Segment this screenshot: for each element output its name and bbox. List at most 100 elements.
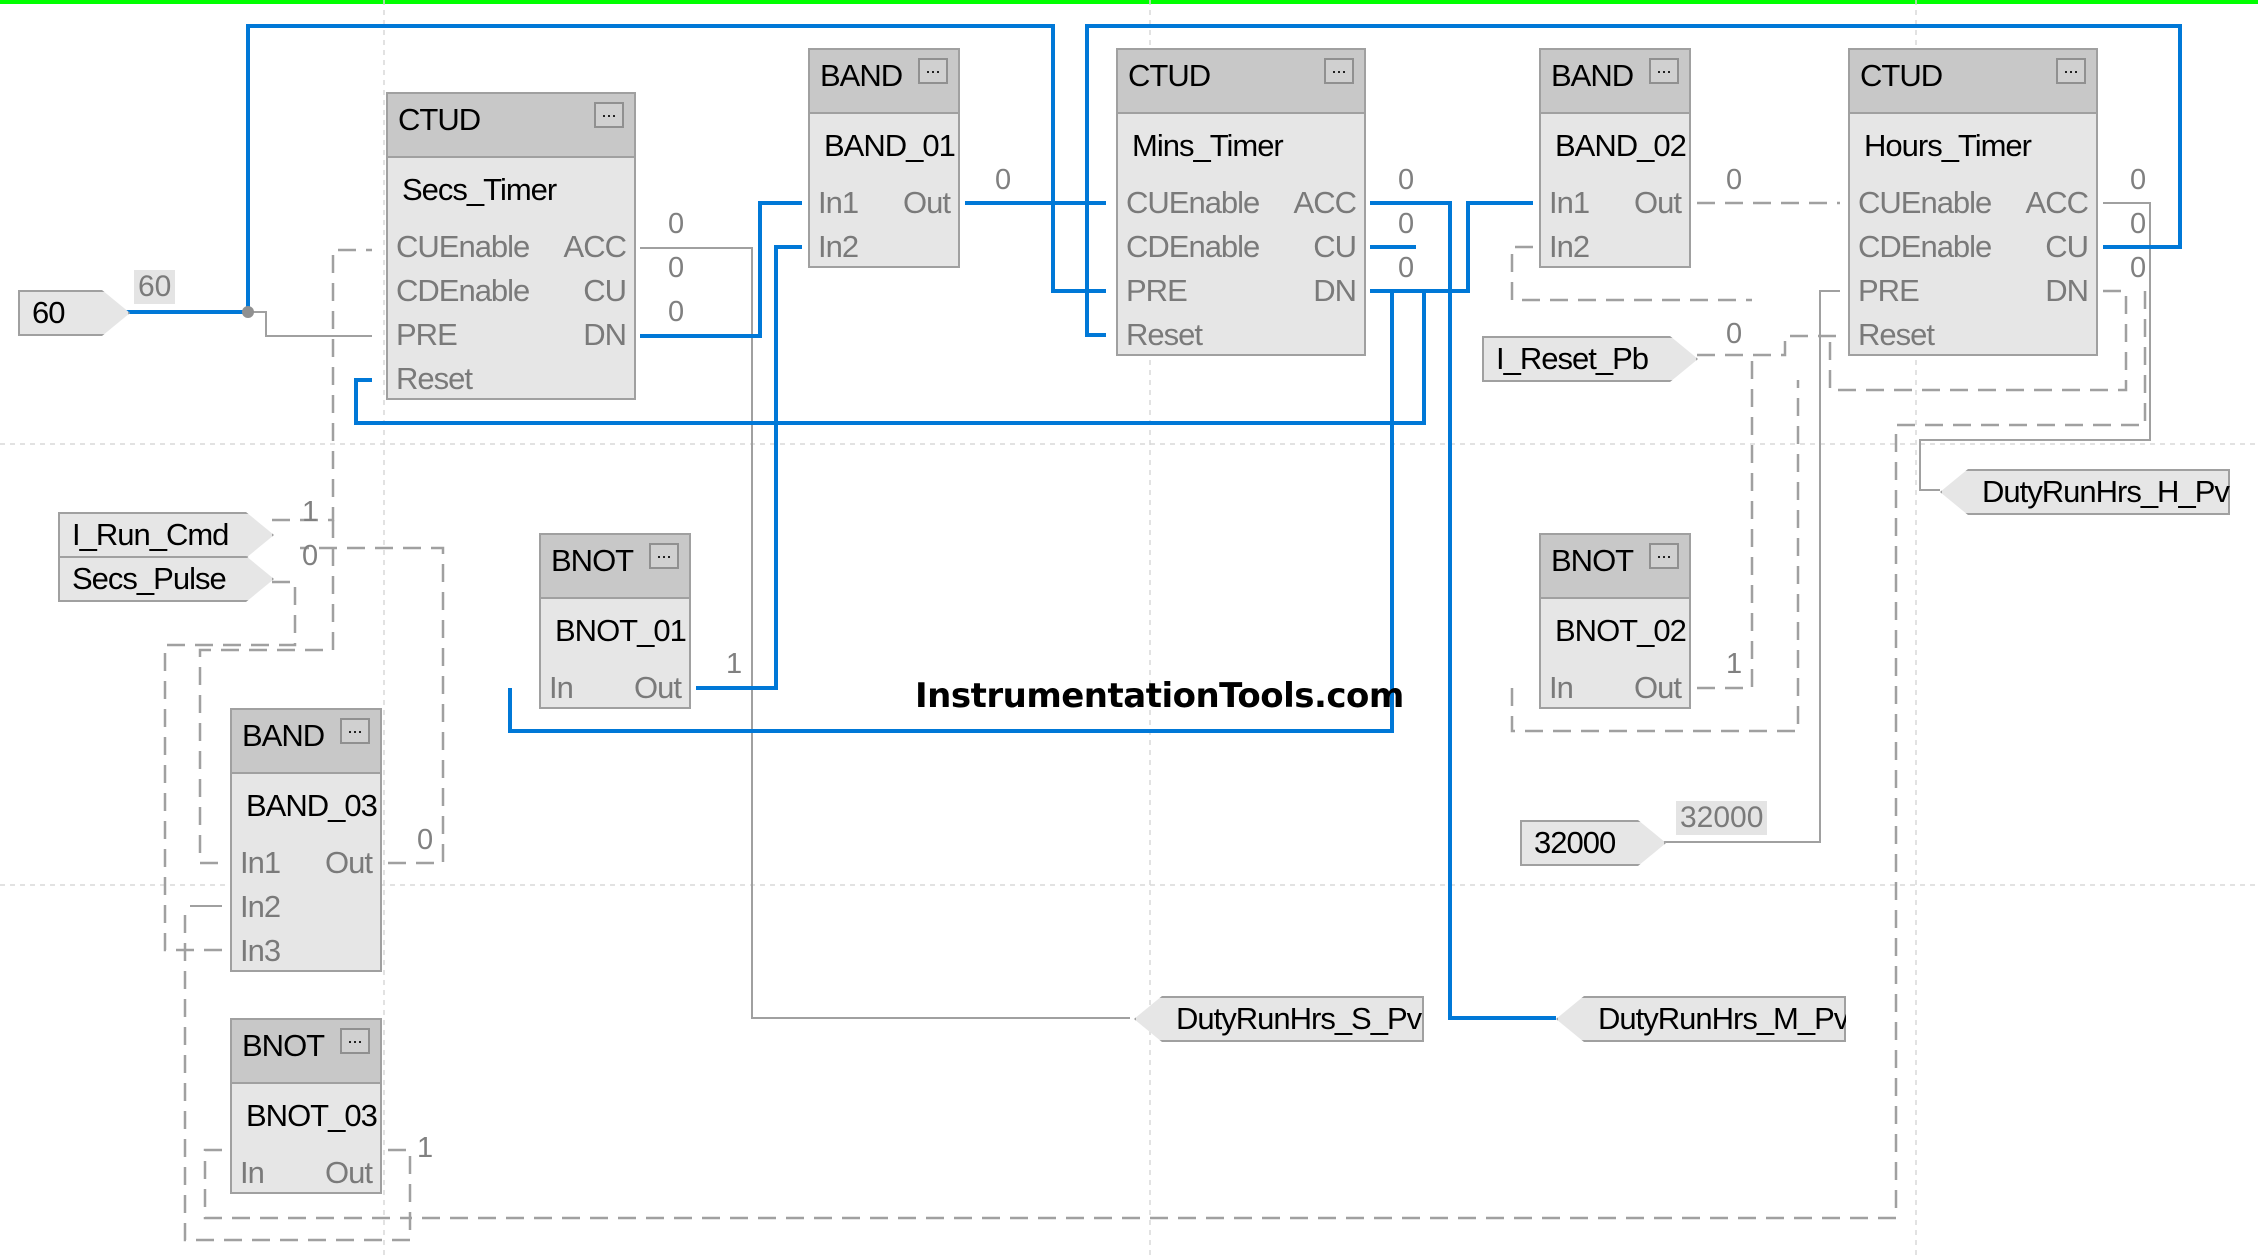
input-ref-i-reset-pb[interactable]: I_Reset_Pb xyxy=(1482,336,1698,382)
pin-reset[interactable]: Reset xyxy=(396,362,473,396)
pin-out[interactable]: Out xyxy=(903,186,951,220)
value-band01-out: 0 xyxy=(995,164,1012,196)
pin-cu[interactable]: CU xyxy=(2045,230,2089,264)
pin-in3[interactable]: In3 xyxy=(240,934,281,968)
pin-out[interactable]: Out xyxy=(325,1156,373,1190)
block-tag: BNOT_01 xyxy=(555,613,687,648)
wire-hours-dn-b xyxy=(410,291,2147,1220)
value-bnot01-out: 1 xyxy=(726,648,743,680)
block-header: CTUD ... xyxy=(388,94,634,158)
pin-in1[interactable]: In1 xyxy=(240,846,281,880)
value-secs-acc: 0 xyxy=(668,208,685,240)
pin-in[interactable]: In xyxy=(549,671,574,705)
more-button[interactable]: ... xyxy=(340,718,370,744)
pin-pre[interactable]: PRE xyxy=(1126,274,1188,308)
value-secs-pulse: 0 xyxy=(302,540,319,572)
pin-pre[interactable]: PRE xyxy=(1858,274,1920,308)
pin-reset[interactable]: Reset xyxy=(1858,318,1935,352)
wire-junction xyxy=(242,306,254,318)
pin-cuenable[interactable]: CUEnable xyxy=(396,230,530,264)
pin-out[interactable]: Out xyxy=(325,846,373,880)
pin-out[interactable]: Out xyxy=(1634,671,1682,705)
pin-in1[interactable]: In1 xyxy=(818,186,859,220)
block-bnot-02[interactable]: BNOT ... BNOT_02 In Out xyxy=(1539,533,1691,709)
pin-acc[interactable]: ACC xyxy=(564,230,627,264)
more-button[interactable]: ... xyxy=(1649,543,1679,569)
value-i-run-cmd: 1 xyxy=(302,496,319,528)
block-bnot-03[interactable]: BNOT ... BNOT_03 In Out xyxy=(230,1018,382,1194)
value-hours-dn: 0 xyxy=(2130,252,2147,284)
pin-in2[interactable]: In2 xyxy=(240,890,281,924)
more-button[interactable]: ... xyxy=(918,58,948,84)
wire-mins-reset xyxy=(1085,291,1106,337)
pin-reset[interactable]: Reset xyxy=(1126,318,1203,352)
pin-cu[interactable]: CU xyxy=(1313,230,1357,264)
input-ref-secs-pulse[interactable]: Secs_Pulse xyxy=(58,556,274,602)
pin-in2[interactable]: In2 xyxy=(818,230,859,264)
output-ref-duty-h[interactable]: DutyRunHrs_H_Pv xyxy=(1940,469,2230,515)
value-mins-acc: 0 xyxy=(1398,164,1415,196)
wire-60-to-pre xyxy=(248,311,372,337)
output-ref-duty-s[interactable]: DutyRunHrs_S_Pv xyxy=(1134,996,1424,1042)
watermark-text: InstrumentationTools.com xyxy=(915,676,1404,716)
more-button[interactable]: ... xyxy=(340,1028,370,1054)
block-header: BAND ... xyxy=(810,50,958,114)
block-type: BNOT xyxy=(1551,543,1634,578)
block-hours-timer[interactable]: CTUD ... Hours_Timer CUEnable CDEnable P… xyxy=(1848,48,2098,356)
more-button[interactable]: ... xyxy=(2056,58,2086,84)
pin-out[interactable]: Out xyxy=(634,671,682,705)
value-60: 60 xyxy=(134,270,176,304)
pin-in[interactable]: In xyxy=(240,1156,265,1190)
value-band02-out: 0 xyxy=(1726,164,1743,196)
more-button[interactable]: ... xyxy=(1324,58,1354,84)
block-tag: BNOT_03 xyxy=(246,1098,378,1133)
pin-cu[interactable]: CU xyxy=(583,274,627,308)
pin-dn[interactable]: DN xyxy=(2045,274,2089,308)
pin-pre[interactable]: PRE xyxy=(396,318,458,352)
value-hours-acc: 0 xyxy=(2130,164,2147,196)
block-type: BAND xyxy=(820,58,903,93)
wire-reset-pb xyxy=(1697,334,1840,357)
pin-in2[interactable]: In2 xyxy=(1549,230,1590,264)
block-tag: BAND_02 xyxy=(1555,128,1687,163)
pin-cdenable[interactable]: CDEnable xyxy=(1858,230,1992,264)
pin-acc[interactable]: ACC xyxy=(1294,186,1357,220)
input-ref-32000[interactable]: 32000 xyxy=(1520,820,1666,866)
pin-in[interactable]: In xyxy=(1549,671,1574,705)
block-band-02[interactable]: BAND ... BAND_02 In1 In2 Out xyxy=(1539,48,1691,268)
wire-bnot02-out xyxy=(1697,355,1754,690)
block-secs-timer[interactable]: CTUD ... Secs_Timer CUEnable CDEnable PR… xyxy=(386,92,636,400)
pin-acc[interactable]: ACC xyxy=(2026,186,2089,220)
more-button[interactable]: ... xyxy=(649,543,679,569)
block-bnot-01[interactable]: BNOT ... BNOT_01 In Out xyxy=(539,533,691,709)
block-header: BNOT ... xyxy=(541,535,689,599)
wire-bnot01-out xyxy=(696,245,802,690)
block-type: CTUD xyxy=(1128,58,1211,93)
pin-out[interactable]: Out xyxy=(1634,186,1682,220)
block-mins-timer[interactable]: CTUD ... Mins_Timer CUEnable CDEnable PR… xyxy=(1116,48,1366,356)
value-hours-cu: 0 xyxy=(2130,208,2147,240)
block-header: BNOT ... xyxy=(1541,535,1689,599)
block-tag: Hours_Timer xyxy=(1864,128,2032,163)
output-ref-duty-m[interactable]: DutyRunHrs_M_Pv xyxy=(1556,996,1846,1042)
pin-in1[interactable]: In1 xyxy=(1549,186,1590,220)
value-bnot03-out: 1 xyxy=(417,1132,434,1164)
more-button[interactable]: ... xyxy=(594,102,624,128)
input-ref-i-run-cmd[interactable]: I_Run_Cmd xyxy=(58,512,274,558)
block-tag: BAND_03 xyxy=(246,788,378,823)
pin-dn[interactable]: DN xyxy=(1313,274,1357,308)
pin-cdenable[interactable]: CDEnable xyxy=(1126,230,1260,264)
value-32000: 32000 xyxy=(1676,801,1768,835)
block-tag: Mins_Timer xyxy=(1132,128,1284,163)
pin-cuenable[interactable]: CUEnable xyxy=(1126,186,1260,220)
value-bnot02-out: 1 xyxy=(1726,648,1743,680)
block-band-03[interactable]: BAND ... BAND_03 In1 In2 In3 Out xyxy=(230,708,382,972)
value-mins-cu: 0 xyxy=(1398,208,1415,240)
wire-mins-acc xyxy=(1370,201,1556,1020)
pin-cdenable[interactable]: CDEnable xyxy=(396,274,530,308)
more-button[interactable]: ... xyxy=(1649,58,1679,84)
block-type: BNOT xyxy=(242,1028,325,1063)
pin-cuenable[interactable]: CUEnable xyxy=(1858,186,1992,220)
pin-dn[interactable]: DN xyxy=(583,318,627,352)
block-band-01[interactable]: BAND ... BAND_01 In1 In2 Out xyxy=(808,48,960,268)
